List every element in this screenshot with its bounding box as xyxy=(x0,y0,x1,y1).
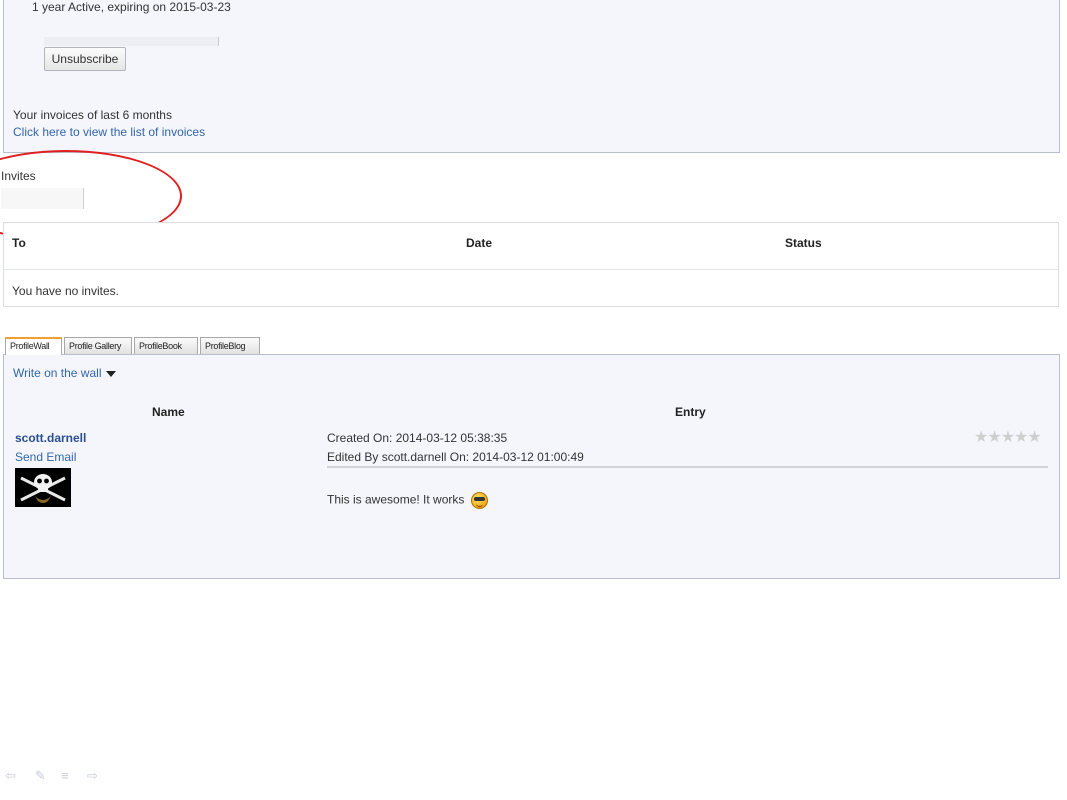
subscription-panel: 1 year Active, expiring on 2015-03-23 Un… xyxy=(3,0,1060,153)
post-entry-text: This is awesome! It works xyxy=(327,492,465,507)
write-on-wall-label: Write on the wall xyxy=(13,366,102,380)
invoices-label: Your invoices of last 6 months xyxy=(13,108,172,122)
column-header-entry: Entry xyxy=(675,405,706,419)
invites-title: Invites xyxy=(1,169,36,183)
write-on-wall-link[interactable]: Write on the wall xyxy=(13,366,117,380)
profile-wall-panel: Write on the wall Name Entry scott.darne… xyxy=(3,354,1060,579)
star-icon[interactable]: ★ xyxy=(974,429,988,446)
subscription-status: 1 year Active, expiring on 2015-03-23 xyxy=(32,0,231,14)
star-icon[interactable]: ★ xyxy=(1014,429,1028,446)
arrow-left-icon[interactable]: ⇦ xyxy=(5,768,16,784)
subscription-bar xyxy=(44,37,219,46)
star-icon[interactable]: ★ xyxy=(987,429,1001,446)
invoices-link[interactable]: Click here to view the list of invoices xyxy=(13,125,205,139)
entry-divider xyxy=(327,466,1048,468)
star-icon[interactable]: ★ xyxy=(1001,429,1015,446)
invites-field[interactable] xyxy=(1,188,84,209)
column-header-date: Date xyxy=(466,236,493,250)
column-header-status: Status xyxy=(785,236,822,250)
tab-profile-wall[interactable]: ProfileWall xyxy=(5,337,62,355)
caret-down-icon xyxy=(106,370,117,377)
pirate-flag-icon xyxy=(15,468,71,507)
avatar[interactable] xyxy=(15,468,71,507)
star-icon[interactable]: ★ xyxy=(1027,429,1041,446)
post-rating[interactable]: ★★★★★ xyxy=(974,427,1042,447)
invites-table-header: To Date Status xyxy=(4,223,1058,270)
arrow-right-icon[interactable]: ⇨ xyxy=(87,768,98,784)
post-entry: This is awesome! It works xyxy=(327,492,488,509)
pencil-icon[interactable]: ✎ xyxy=(35,768,46,784)
tab-profile-book[interactable]: ProfileBook xyxy=(134,337,198,354)
list-icon[interactable]: ≡ xyxy=(61,768,69,783)
column-header-name: Name xyxy=(152,405,185,419)
column-header-to: To xyxy=(12,236,26,250)
cool-smiley-icon xyxy=(470,492,488,509)
post-author-link[interactable]: scott.darnell xyxy=(15,431,86,445)
invites-table: To Date Status You have no invites. xyxy=(3,222,1059,307)
send-email-link[interactable]: Send Email xyxy=(15,450,76,464)
tab-profile-blog[interactable]: ProfileBlog xyxy=(200,337,260,354)
post-created-date: Created On: 2014-03-12 05:38:35 xyxy=(327,431,508,445)
tab-profile-gallery[interactable]: Profile Gallery xyxy=(64,337,132,354)
unsubscribe-button[interactable]: Unsubscribe xyxy=(44,47,126,71)
invites-empty-message: You have no invites. xyxy=(12,284,119,298)
post-edited-date: Edited By scott.darnell On: 2014-03-12 0… xyxy=(327,450,584,464)
